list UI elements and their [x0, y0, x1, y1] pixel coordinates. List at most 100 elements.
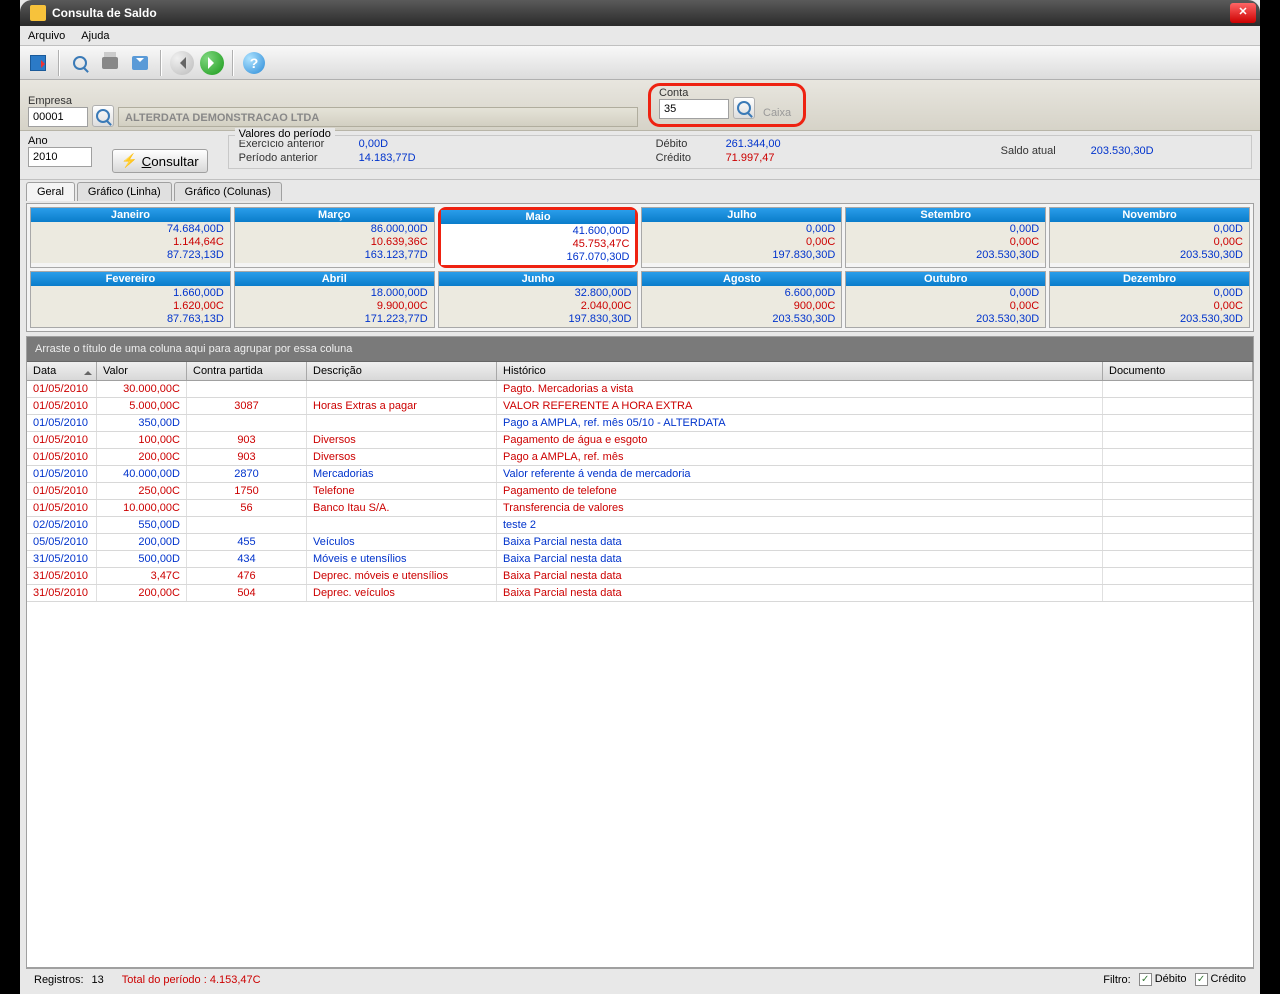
- month-values: 1.660,00D1.620,00C87.763,13D: [31, 286, 230, 327]
- col-valor[interactable]: Valor: [97, 362, 187, 380]
- month-setembro[interactable]: Setembro0,00D0,00C203.530,30D: [845, 207, 1046, 268]
- help-button[interactable]: ?: [240, 49, 268, 77]
- month-outubro[interactable]: Outubro0,00D0,00C203.530,30D: [845, 271, 1046, 328]
- valores-legend: Valores do período: [235, 128, 335, 140]
- tab-geral[interactable]: Geral: [26, 182, 75, 201]
- table-row[interactable]: 05/05/2010200,00D455VeículosBaixa Parcia…: [27, 534, 1253, 551]
- grid-header: Data Valor Contra partida Descrição Hist…: [27, 362, 1253, 381]
- back-button[interactable]: [168, 49, 196, 77]
- tabs: Geral Gráfico (Linha) Gráfico (Colunas): [20, 180, 1260, 201]
- col-contra-partida[interactable]: Contra partida: [187, 362, 307, 380]
- month-header: Março: [235, 208, 434, 222]
- month-agosto[interactable]: Agosto6.600,00D900,00C203.530,30D: [641, 271, 842, 328]
- close-button[interactable]: ✕: [1230, 3, 1256, 23]
- magnifier-icon: [73, 56, 87, 70]
- month-julho[interactable]: Julho0,00D0,00C197.830,30D: [641, 207, 842, 268]
- table-row[interactable]: 01/05/201030.000,00CPagto. Mercadorias a…: [27, 381, 1253, 398]
- checkbox-icon: ✓: [1139, 973, 1152, 986]
- mid-strip: Ano ⚡ CConsultaronsultar Valores do perío…: [20, 131, 1260, 180]
- menu-ajuda[interactable]: Ajuda: [73, 30, 117, 42]
- month-values: 6.600,00D900,00C203.530,30D: [642, 286, 841, 327]
- menu-arquivo[interactable]: Arquivo: [20, 30, 73, 42]
- filtro-credito[interactable]: ✓Crédito: [1195, 973, 1246, 986]
- conta-highlight: Conta Caixa: [648, 83, 806, 127]
- month-header: Agosto: [642, 272, 841, 286]
- consultar-label: CConsultaronsultar: [142, 154, 199, 169]
- conta-lookup-button[interactable]: [733, 97, 755, 119]
- table-row[interactable]: 01/05/2010350,00DPago a AMPLA, ref. mês …: [27, 415, 1253, 432]
- empresa-name-display: ALTERDATA DEMONSTRACAO LTDA: [118, 107, 638, 127]
- empresa-code-input[interactable]: [28, 107, 88, 127]
- ano-input[interactable]: [28, 147, 92, 167]
- form-strip: Empresa ALTERDATA DEMONSTRACAO LTDA Cont…: [20, 80, 1260, 131]
- separator: [58, 50, 60, 76]
- col-descricao[interactable]: Descrição: [307, 362, 497, 380]
- exit-icon: [30, 55, 46, 71]
- saldo-value: 203.530,30D: [1091, 145, 1154, 157]
- month-janeiro[interactable]: Janeiro74.684,00D1.144,64C87.723,13D: [30, 207, 231, 268]
- table-row[interactable]: 01/05/20105.000,00C3087Horas Extras a pa…: [27, 398, 1253, 415]
- month-junho[interactable]: Junho32.800,00D2.040,00C197.830,30D: [438, 271, 639, 328]
- month-values: 86.000,00D10.639,36C163.123,77D: [235, 222, 434, 263]
- consultar-button[interactable]: ⚡ CConsultaronsultar: [112, 149, 208, 173]
- periodo-anterior-label: Período anterior: [239, 152, 339, 164]
- month-abril[interactable]: Abril18.000,00D9.900,00C171.223,77D: [234, 271, 435, 328]
- month-março[interactable]: Março86.000,00D10.639,36C163.123,77D: [234, 207, 435, 268]
- separator: [160, 50, 162, 76]
- bolt-icon: ⚡: [121, 153, 138, 169]
- month-header: Abril: [235, 272, 434, 286]
- table-row[interactable]: 31/05/2010500,00D434Móveis e utensíliosB…: [27, 551, 1253, 568]
- col-historico[interactable]: Histórico: [497, 362, 1103, 380]
- printer-icon: [102, 57, 118, 69]
- conta-code-input[interactable]: [659, 99, 729, 119]
- month-header: Julho: [642, 208, 841, 222]
- sort-asc-icon: [84, 367, 92, 375]
- col-data[interactable]: Data: [27, 362, 97, 380]
- tab-grafico-colunas[interactable]: Gráfico (Colunas): [174, 182, 282, 201]
- ano-label: Ano: [28, 135, 92, 147]
- months-panel: Janeiro74.684,00D1.144,64C87.723,13DMarç…: [26, 203, 1254, 332]
- empresa-label: Empresa: [28, 95, 88, 107]
- month-header: Janeiro: [31, 208, 230, 222]
- month-maio[interactable]: Maio41.600,00D45.753,47C167.070,30D: [438, 207, 639, 268]
- preview-button[interactable]: [66, 49, 94, 77]
- table-row[interactable]: 01/05/2010100,00C903DiversosPagamento de…: [27, 432, 1253, 449]
- table-row[interactable]: 01/05/2010200,00C903DiversosPago a AMPLA…: [27, 449, 1253, 466]
- month-values: 74.684,00D1.144,64C87.723,13D: [31, 222, 230, 263]
- grid-body[interactable]: 01/05/201030.000,00CPagto. Mercadorias a…: [27, 381, 1253, 967]
- month-novembro[interactable]: Novembro0,00D0,00C203.530,30D: [1049, 207, 1250, 268]
- export-button[interactable]: [126, 49, 154, 77]
- periodo-anterior-value: 14.183,77D: [359, 152, 416, 164]
- registros-label: Registros:: [34, 974, 84, 986]
- table-row[interactable]: 31/05/2010200,00C504Deprec. veículosBaix…: [27, 585, 1253, 602]
- month-header: Setembro: [846, 208, 1045, 222]
- month-header: Junho: [439, 272, 638, 286]
- table-row[interactable]: 02/05/2010550,00Dteste 2: [27, 517, 1253, 534]
- print-button[interactable]: [96, 49, 124, 77]
- month-values: 18.000,00D9.900,00C171.223,77D: [235, 286, 434, 327]
- toolbar: ?: [20, 46, 1260, 80]
- month-dezembro[interactable]: Dezembro0,00D0,00C203.530,30D: [1049, 271, 1250, 328]
- month-header: Outubro: [846, 272, 1045, 286]
- app-icon: [30, 5, 46, 21]
- table-row[interactable]: 01/05/2010250,00C1750Telefone Pagamento …: [27, 483, 1253, 500]
- tab-grafico-linha[interactable]: Gráfico (Linha): [77, 182, 172, 201]
- table-row[interactable]: 31/05/20103,47C476Deprec. móveis e utens…: [27, 568, 1253, 585]
- statusbar: Registros: 13 Total do período : 4.153,4…: [26, 968, 1254, 990]
- month-header: Maio: [441, 210, 636, 224]
- table-row[interactable]: 01/05/201010.000,00C56Banco Itau S/A.Tra…: [27, 500, 1253, 517]
- month-fevereiro[interactable]: Fevereiro1.660,00D1.620,00C87.763,13D: [30, 271, 231, 328]
- filtro-debito[interactable]: ✓Débito: [1139, 973, 1187, 986]
- help-icon: ?: [243, 52, 265, 74]
- back-icon: [170, 51, 194, 75]
- col-documento[interactable]: Documento: [1103, 362, 1253, 380]
- table-row[interactable]: 01/05/201040.000,00D2870Mercadorias Valo…: [27, 466, 1253, 483]
- empresa-lookup-button[interactable]: [92, 105, 114, 127]
- exit-button[interactable]: [24, 49, 52, 77]
- group-hint[interactable]: Arraste o título de uma coluna aqui para…: [27, 337, 1253, 362]
- forward-button[interactable]: [198, 49, 226, 77]
- registros-value: 13: [92, 974, 104, 986]
- credito-label: Crédito: [656, 152, 706, 164]
- month-values: 0,00D0,00C203.530,30D: [846, 222, 1045, 263]
- magnifier-icon: [96, 109, 110, 123]
